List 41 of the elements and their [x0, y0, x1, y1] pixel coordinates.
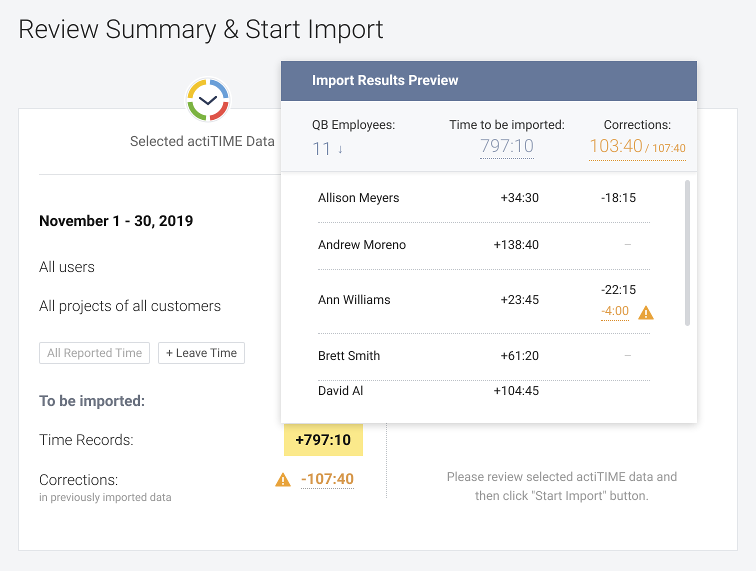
time-records-label: Time Records:	[39, 430, 134, 451]
employee-name: Allison Meyers	[318, 190, 400, 208]
time-value: +23:45	[500, 292, 539, 310]
filter-button[interactable]: + Leave Time	[158, 342, 245, 364]
corrections-label: Corrections:	[604, 117, 672, 135]
time-label: Time to be imported:	[449, 117, 565, 135]
employee-name: Andrew Moreno	[318, 236, 408, 255]
warning-icon	[638, 305, 654, 320]
filter-button[interactable]: All Reported Time	[39, 342, 150, 364]
correction-value: –	[624, 236, 632, 255]
corrections-note: in previously imported data	[39, 490, 172, 506]
import-heading: To be imported:	[39, 391, 146, 410]
time-value: +61:20	[500, 348, 539, 366]
employee-name: Brett Smith	[318, 348, 382, 366]
time-value: +138:40	[492, 236, 539, 255]
correction-value: -18:15	[601, 190, 636, 208]
page-title: Review Summary & Start Import	[17, 14, 385, 46]
corrections-total: / 107:40	[644, 140, 686, 157]
employees-count: 11	[312, 138, 332, 162]
users-label: All users	[39, 257, 96, 276]
panel-title: Import Results Preview	[281, 61, 697, 101]
corrections-label: Corrections:	[39, 470, 120, 490]
corrections-value: -107:40	[300, 470, 354, 489]
correction-value: -4:00	[601, 304, 629, 322]
time-value: +34:30	[500, 190, 539, 208]
warning-icon	[274, 472, 291, 487]
employee-name: David Al	[318, 382, 364, 401]
projects-label: All projects of all customers	[39, 296, 222, 315]
correction-value: -22:15	[601, 282, 636, 300]
time-value: 797:10	[480, 136, 534, 159]
scrollbar[interactable]	[685, 180, 690, 326]
employees-label: QB Employees:	[312, 117, 396, 135]
employee-name: Ann Williams	[318, 292, 392, 310]
section-heading: Selected actiTIME Data	[130, 133, 275, 152]
sort-arrow[interactable]: ↓	[336, 140, 344, 159]
corrections-value: 103:40	[589, 136, 643, 158]
time-records-value: +797:10	[284, 424, 363, 456]
time-value: +104:45	[492, 382, 539, 401]
date-range: November 1 - 30, 2019	[39, 211, 194, 230]
correction-value: –	[624, 348, 632, 366]
hint-text: Please review selected actiTIME data and then click "Start Import" button.	[446, 469, 678, 506]
